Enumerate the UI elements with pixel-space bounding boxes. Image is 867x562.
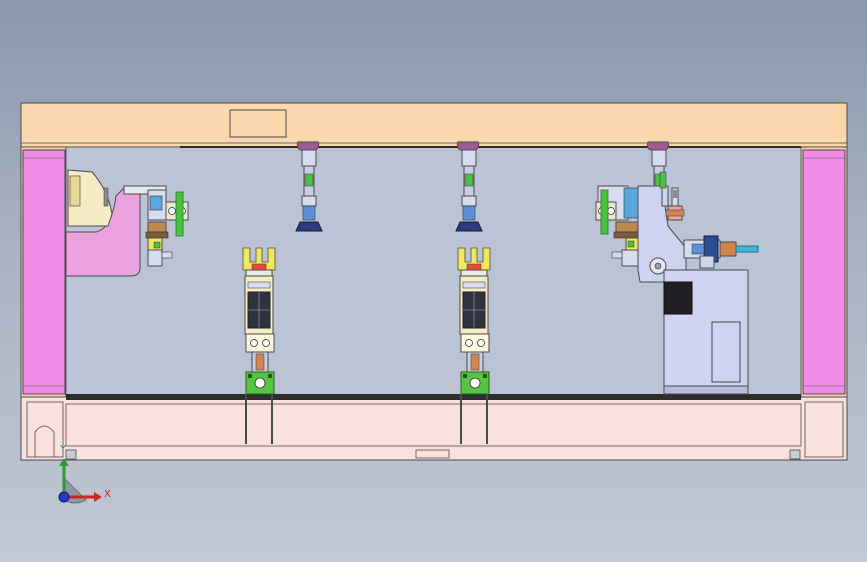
y-axis-label: Y	[60, 444, 67, 455]
right-column	[802, 149, 846, 395]
cad-viewport[interactable]: X Y	[0, 0, 867, 562]
beam-access-plate	[229, 109, 287, 138]
top-beam	[20, 102, 848, 148]
left-column	[22, 149, 66, 395]
x-axis-label: X	[104, 489, 111, 500]
fixture-drawing	[20, 102, 848, 504]
base-frame	[20, 394, 848, 461]
axis-triad-icon	[58, 458, 102, 504]
foot-right	[789, 449, 801, 460]
foot-left	[65, 449, 77, 460]
